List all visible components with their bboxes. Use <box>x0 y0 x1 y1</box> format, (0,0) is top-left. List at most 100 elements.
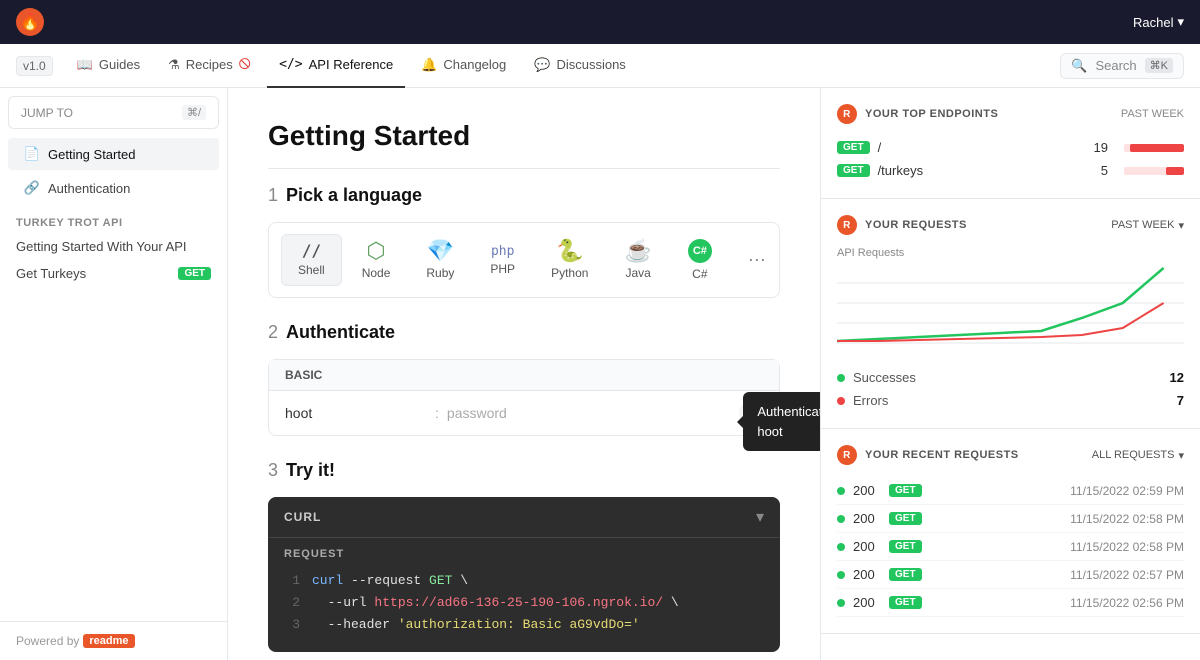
sidebar-footer: Powered by readme <box>0 621 227 660</box>
section-1-heading: 1 Pick a language <box>268 185 780 206</box>
tab-recipes[interactable]: ⚗ Recipes 🚫 <box>156 44 263 88</box>
sidebar-nav-getting-started-api[interactable]: Getting Started With Your API <box>0 233 227 260</box>
your-requests-title: R YOUR REQUESTS <box>837 215 967 235</box>
recent-1-dot <box>837 487 845 495</box>
panel-avatar-3: R <box>837 445 857 465</box>
recent-row-1: 200 GET 11/15/2022 02:59 PM <box>837 477 1184 505</box>
recent-5-timestamp: 11/15/2022 02:56 PM <box>1070 596 1184 610</box>
endpoint-1-method: GET <box>837 141 870 154</box>
lang-node[interactable]: ⬡ Node <box>346 232 407 288</box>
endpoint-row-1: GET / 19 <box>837 136 1184 159</box>
recent-requests-title: R YOUR RECENT REQUESTS <box>837 445 1019 465</box>
lang-php[interactable]: php PHP <box>474 237 531 284</box>
right-panel: R YOUR TOP ENDPOINTS PAST WEEK GET / 19 … <box>820 88 1200 660</box>
lang-more-button[interactable]: ⋯ <box>732 242 782 279</box>
curl-expand-icon[interactable]: ▾ <box>756 507 764 527</box>
chevron-down-icon: ▾ <box>1178 219 1184 232</box>
java-icon: ☕ <box>624 240 651 262</box>
main-layout: JUMP TO ⌘/ 📄 Getting Started 🔗 Authentic… <box>0 88 1200 660</box>
tab-bar: v1.0 📖 Guides ⚗ Recipes 🚫 </> API Refere… <box>0 44 1200 88</box>
code-icon: </> <box>279 57 302 72</box>
recent-5-status: 200 <box>853 595 881 610</box>
recent-3-timestamp: 11/15/2022 02:58 PM <box>1070 540 1184 554</box>
requests-period-btn[interactable]: PAST WEEK ▾ <box>1111 219 1184 232</box>
auth-password[interactable]: password <box>447 405 731 421</box>
recent-1-status: 200 <box>853 483 881 498</box>
recent-row-2: 200 GET 11/15/2022 02:58 PM <box>837 505 1184 533</box>
your-requests-section: R YOUR REQUESTS PAST WEEK ▾ API Requests <box>821 199 1200 429</box>
recent-1-method: GET <box>889 484 922 497</box>
section-2-heading: 2 Authenticate <box>268 322 780 343</box>
php-icon: php <box>491 245 514 258</box>
content-area: Getting Started 1 Pick a language // She… <box>228 88 820 660</box>
recent-4-method: GET <box>889 568 922 581</box>
app-logo: 🔥 <box>16 8 44 36</box>
readme-badge: readme <box>83 634 134 648</box>
flask-icon: ⚗ <box>168 57 180 73</box>
curl-line-2: 2 --url https://ad66-136-25-190-106.ngro… <box>284 592 764 614</box>
python-icon: 🐍 <box>556 240 583 262</box>
auth-username[interactable]: hoot <box>285 405 427 421</box>
user-menu[interactable]: Rachel ▾ <box>1133 14 1184 30</box>
title-divider <box>268 168 780 169</box>
tab-api-reference[interactable]: </> API Reference <box>267 44 405 88</box>
endpoint-1-bar <box>1124 144 1184 152</box>
curl-request-label: REQUEST <box>268 538 780 566</box>
successes-dot <box>837 374 845 382</box>
recent-1-timestamp: 11/15/2022 02:59 PM <box>1070 484 1184 498</box>
all-requests-btn[interactable]: ALL REQUESTS ▾ <box>1092 449 1184 462</box>
endpoint-1-bar-fill <box>1130 144 1184 152</box>
shell-icon: // <box>302 243 321 259</box>
stat-errors: Errors 7 <box>837 389 1184 412</box>
tab-guides[interactable]: 📖 Guides <box>65 44 152 88</box>
recent-5-dot <box>837 599 845 607</box>
user-chevron-icon: ▾ <box>1177 14 1184 30</box>
recent-row-5: 200 GET 11/15/2022 02:56 PM <box>837 589 1184 617</box>
tab-changelog[interactable]: 🔔 Changelog <box>409 44 518 88</box>
lang-csharp[interactable]: C# C# <box>672 231 728 289</box>
recent-requests-header: R YOUR RECENT REQUESTS ALL REQUESTS ▾ <box>837 445 1184 465</box>
recent-2-dot <box>837 515 845 523</box>
endpoint-2-bar <box>1124 167 1184 175</box>
recent-4-status: 200 <box>853 567 881 582</box>
top-endpoints-section: R YOUR TOP ENDPOINTS PAST WEEK GET / 19 … <box>821 88 1200 199</box>
username-label: Rachel <box>1133 15 1173 30</box>
top-endpoints-header: R YOUR TOP ENDPOINTS PAST WEEK <box>837 104 1184 124</box>
auth-type-tab[interactable]: BASIC <box>269 360 779 391</box>
recent-row-3: 200 GET 11/15/2022 02:58 PM <box>837 533 1184 561</box>
your-requests-header: R YOUR REQUESTS PAST WEEK ▾ <box>837 215 1184 235</box>
requests-chart <box>837 263 1184 363</box>
top-endpoints-period: PAST WEEK <box>1121 108 1184 120</box>
lang-shell[interactable]: // Shell <box>281 234 342 286</box>
jump-to-input[interactable]: JUMP TO ⌘/ <box>8 96 219 129</box>
version-badge[interactable]: v1.0 <box>16 56 53 76</box>
sidebar-item-getting-started[interactable]: 📄 Getting Started <box>8 138 219 170</box>
sidebar: JUMP TO ⌘/ 📄 Getting Started 🔗 Authentic… <box>0 88 228 660</box>
auth-box: BASIC hoot : password ? Authentication c… <box>268 359 780 436</box>
top-endpoints-title: R YOUR TOP ENDPOINTS <box>837 104 998 124</box>
recent-3-method: GET <box>889 540 922 553</box>
auth-credentials-row: hoot : password ? Authentication credent… <box>269 391 779 435</box>
curl-code: 1 curl --request GET \ 2 --url https://a… <box>268 566 780 652</box>
csharp-icon: C# <box>688 239 712 263</box>
lang-python[interactable]: 🐍 Python <box>535 232 604 288</box>
curl-line-1: 1 curl --request GET \ <box>284 570 764 592</box>
search-bar[interactable]: 🔍 Search ⌘K <box>1060 53 1184 79</box>
curl-label: CURL <box>284 510 321 524</box>
lang-java[interactable]: ☕ Java <box>608 232 667 288</box>
search-icon: 🔍 <box>1071 58 1087 74</box>
auth-separator: : <box>435 405 439 421</box>
curl-box: CURL ▾ REQUEST 1 curl --request GET \ 2 … <box>268 497 780 652</box>
auth-tooltip: Authentication credentials for hoot <box>743 392 820 451</box>
lang-ruby[interactable]: 💎 Ruby <box>410 232 470 288</box>
tab-discussions[interactable]: 💬 Discussions <box>522 44 638 88</box>
endpoint-2-path: /turkeys <box>878 163 1093 178</box>
sidebar-item-authentication[interactable]: 🔗 Authentication <box>8 172 219 204</box>
recent-3-dot <box>837 543 845 551</box>
recent-4-dot <box>837 571 845 579</box>
jump-kbd: ⌘/ <box>182 105 206 120</box>
endpoint-2-bar-fill <box>1166 167 1184 175</box>
section-1-num: 1 <box>268 185 278 206</box>
chat-icon: 💬 <box>534 57 550 73</box>
sidebar-nav-get-turkeys[interactable]: Get Turkeys GET <box>0 260 227 287</box>
